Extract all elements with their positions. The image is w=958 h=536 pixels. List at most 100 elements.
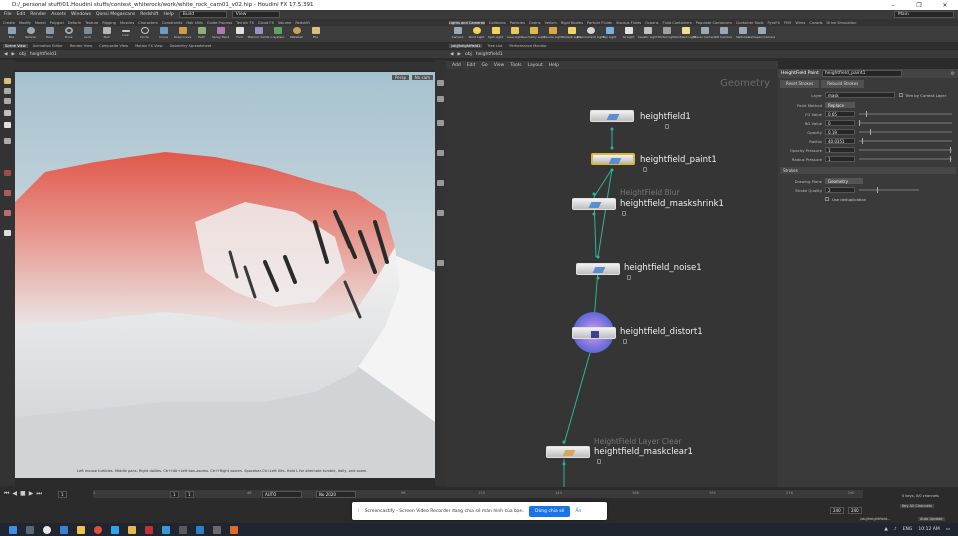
menu-edit[interactable]: Edit <box>17 12 26 17</box>
tool-area-light[interactable]: Area Light <box>507 26 522 39</box>
tool-grid[interactable]: Grid <box>80 26 95 39</box>
trim-checkbox[interactable] <box>899 93 903 97</box>
lock-icon[interactable] <box>597 459 601 464</box>
shelf-tab[interactable]: Rigging <box>102 21 116 25</box>
tab-animation-editor[interactable]: Animation Editor <box>31 44 65 48</box>
rebuild-strokes-button[interactable]: Rebuild Strokes <box>821 80 865 88</box>
tool-path[interactable]: Path <box>194 26 209 39</box>
net-menu-layout[interactable]: Layout <box>527 63 542 68</box>
node-heightfield-maskshrink1[interactable] <box>572 198 616 210</box>
tool-torus[interactable]: Torus <box>61 26 76 39</box>
network-icon[interactable]: ▲ <box>884 527 887 532</box>
volume-icon[interactable]: ♪ <box>894 527 897 532</box>
shelf-tab[interactable]: Guide Process <box>207 21 232 25</box>
wireframe-icon[interactable] <box>437 180 444 186</box>
shelf-tab[interactable]: FEM <box>784 21 791 25</box>
back-icon[interactable]: ◀ <box>4 52 7 57</box>
tool-camera[interactable]: Camera <box>450 26 465 39</box>
shelf-tab[interactable]: Characters <box>138 21 158 25</box>
menu-redshift[interactable]: Redshift <box>140 12 158 17</box>
shelf-tab[interactable]: Create <box>3 21 15 25</box>
timeline-ruler[interactable]: 1 24 48 72 96 120 144 168 192 216 240 <box>93 490 863 498</box>
path-obj[interactable]: obj <box>19 52 26 57</box>
view-tool-icon[interactable] <box>4 138 11 144</box>
snapshot-icon[interactable] <box>437 260 444 266</box>
stop-sharing-button[interactable]: Dừng chia sẻ <box>528 505 571 517</box>
paint-icon[interactable] <box>4 210 11 216</box>
shelf-tab[interactable]: Viscous Fluids <box>616 21 641 25</box>
node-heightfield1[interactable] <box>590 110 634 122</box>
tool-spray-paint[interactable]: Spray Paint <box>212 26 229 39</box>
shelf-tab[interactable]: Vellum <box>545 21 557 25</box>
tool-stereo-camera[interactable]: Stereo Camera <box>693 26 716 39</box>
tool-metaball[interactable]: Metaball <box>289 26 304 39</box>
tool-platonic[interactable]: Platonic Solids <box>248 26 269 39</box>
shelf-tab[interactable]: Collisions <box>489 21 506 25</box>
menu-help[interactable]: Help <box>164 12 174 17</box>
end-frame-b[interactable]: 240 <box>848 507 862 514</box>
tool-ambient-light[interactable]: Ambient Light <box>675 26 696 39</box>
key-all-button[interactable]: Key All Channels <box>900 504 934 508</box>
tool-circle[interactable]: Circle <box>137 26 152 39</box>
tab-geometry-spreadsheet[interactable]: Geometry Spreadsheet <box>168 44 214 48</box>
layer-field[interactable]: mask <box>825 91 895 99</box>
shelf-tab[interactable]: Polygon <box>50 21 64 25</box>
menu-file[interactable]: File <box>4 12 12 17</box>
clock[interactable]: 10:12 AM <box>918 527 939 532</box>
menu-assets[interactable]: Assets <box>51 12 66 17</box>
shelf-tab[interactable]: Particle Fluids <box>587 21 612 25</box>
shelf-tab[interactable]: Drive Simulation <box>827 21 857 25</box>
tool-lsystem[interactable]: L-System <box>270 26 285 39</box>
lighting-icon[interactable] <box>437 96 444 102</box>
node-heightfield-distort1[interactable] <box>572 327 616 339</box>
app-icon[interactable] <box>162 525 170 534</box>
lock-icon[interactable] <box>627 275 631 280</box>
back-icon[interactable]: ◀ <box>450 52 453 57</box>
stroke-quality-slider[interactable] <box>859 187 919 193</box>
chrome-icon[interactable] <box>94 525 102 534</box>
app-icon[interactable] <box>111 525 119 534</box>
shelf-tab[interactable]: Particles <box>510 21 525 25</box>
shelf-tab[interactable]: Modify <box>19 21 31 25</box>
edge-icon[interactable] <box>60 525 68 534</box>
close-button[interactable]: ✕ <box>932 2 958 9</box>
ghost-icon[interactable] <box>437 120 444 126</box>
network-editor[interactable]: Geometry heightfield1 heightfield_paint1… <box>446 69 778 487</box>
tool-geometry-light[interactable]: Geometry Light <box>522 26 545 39</box>
net-menu-view[interactable]: View <box>494 63 505 68</box>
shelf-tab[interactable]: Populate Containers <box>696 21 732 25</box>
forward-icon[interactable]: ▶ <box>11 52 14 57</box>
app-icon[interactable] <box>145 525 153 534</box>
display-options-icon[interactable] <box>437 80 444 86</box>
notification-icon[interactable]: ▭ <box>946 527 950 532</box>
explorer-icon[interactable] <box>77 525 85 534</box>
tool-caustic-light[interactable]: Caustic Light <box>638 26 657 39</box>
brush-icon[interactable] <box>4 190 11 196</box>
app-icon[interactable] <box>179 525 187 534</box>
net-menu-edit[interactable]: Edit <box>467 63 476 68</box>
net-menu-tools[interactable]: Tools <box>510 63 521 68</box>
persp-menu[interactable]: Persp <box>392 75 409 80</box>
tool-portal-light[interactable]: Portal Light <box>658 26 675 39</box>
shelf-tab[interactable]: Deform <box>68 21 81 25</box>
minimize-button[interactable]: – <box>880 2 906 9</box>
radius-pressure-field[interactable]: 1 <box>825 155 855 163</box>
auto-update-button[interactable]: Auto Update <box>918 517 945 521</box>
forward-icon[interactable]: ▶ <box>457 52 460 57</box>
node-name-field[interactable]: heightfield_paint1 <box>821 70 902 77</box>
tool-volume-light[interactable]: Volume Light <box>543 26 562 39</box>
view-select[interactable]: View <box>231 11 280 18</box>
hide-button[interactable]: Ẩn <box>575 509 581 514</box>
shelf-tab[interactable]: Terrain FX <box>236 21 254 25</box>
path-heightfield[interactable]: heightfield1 <box>30 52 57 57</box>
end-frame-a[interactable]: 240 <box>830 507 844 514</box>
gear-icon[interactable]: ⚙ <box>951 71 955 77</box>
windows-start-icon[interactable] <box>9 525 17 534</box>
lock-icon[interactable] <box>622 211 626 216</box>
menu-render[interactable]: Render <box>30 12 46 17</box>
jump-end-icon[interactable]: ⏭ <box>36 490 41 498</box>
shelf-tab[interactable]: Container Tools <box>736 21 764 25</box>
tool-point-light[interactable]: Point Light <box>469 26 484 39</box>
tool-sphere[interactable]: Sphere <box>23 26 38 39</box>
tool-draw-curve[interactable]: Draw Curve <box>174 26 191 39</box>
